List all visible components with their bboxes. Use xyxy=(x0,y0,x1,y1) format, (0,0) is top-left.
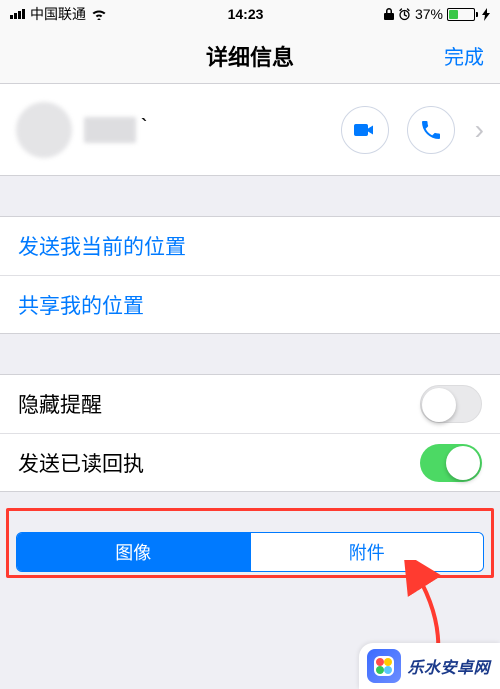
row-label: 隐藏提醒 xyxy=(18,389,102,419)
watermark-text: 乐水安卓网 xyxy=(407,654,490,678)
carrier-label: 中国联通 xyxy=(30,4,86,24)
status-bar: 中国联通 14:23 37% xyxy=(0,0,500,28)
settings-group: 隐藏提醒 发送已读回执 xyxy=(0,374,500,492)
segment-attachments[interactable]: 附件 xyxy=(250,533,484,571)
page-title: 详细信息 xyxy=(206,40,294,72)
signal-icon xyxy=(10,9,25,19)
location-group: 发送我当前的位置 共享我的位置 xyxy=(0,216,500,334)
read-receipts-toggle[interactable] xyxy=(420,444,482,482)
hide-alerts-row: 隐藏提醒 xyxy=(0,375,500,433)
status-time: 14:23 xyxy=(228,6,264,22)
nav-bar: 详细信息 完成 xyxy=(0,28,500,84)
lock-icon xyxy=(384,8,394,20)
wifi-icon xyxy=(91,8,107,20)
watermark-logo-icon xyxy=(367,649,401,683)
contact-name-suffix: ｀ xyxy=(134,114,156,146)
status-right: 37% xyxy=(384,6,490,22)
contact-row[interactable]: ｀ › xyxy=(0,84,500,176)
segment-images[interactable]: 图像 xyxy=(17,533,250,571)
battery-icon xyxy=(447,8,478,21)
chevron-right-icon: › xyxy=(475,114,484,146)
battery-pct: 37% xyxy=(415,6,443,22)
read-receipts-row: 发送已读回执 xyxy=(0,433,500,491)
video-call-button[interactable] xyxy=(341,106,389,154)
status-left: 中国联通 xyxy=(10,4,107,24)
row-label: 发送我当前的位置 xyxy=(18,231,186,261)
done-button[interactable]: 完成 xyxy=(444,41,484,70)
watermark-badge: 乐水安卓网 xyxy=(359,643,500,689)
send-current-location-button[interactable]: 发送我当前的位置 xyxy=(0,217,500,275)
alarm-icon xyxy=(398,8,411,21)
share-location-button[interactable]: 共享我的位置 xyxy=(0,275,500,333)
row-label: 共享我的位置 xyxy=(18,290,144,320)
contact-name-blurred xyxy=(84,117,136,143)
attachments-segmented: 图像 附件 xyxy=(16,532,484,572)
avatar xyxy=(16,102,72,158)
row-label: 发送已读回执 xyxy=(18,448,144,478)
audio-call-button[interactable] xyxy=(407,106,455,154)
phone-icon xyxy=(419,118,443,142)
hide-alerts-toggle[interactable] xyxy=(420,385,482,423)
charging-icon xyxy=(482,8,490,21)
video-icon xyxy=(353,118,377,142)
